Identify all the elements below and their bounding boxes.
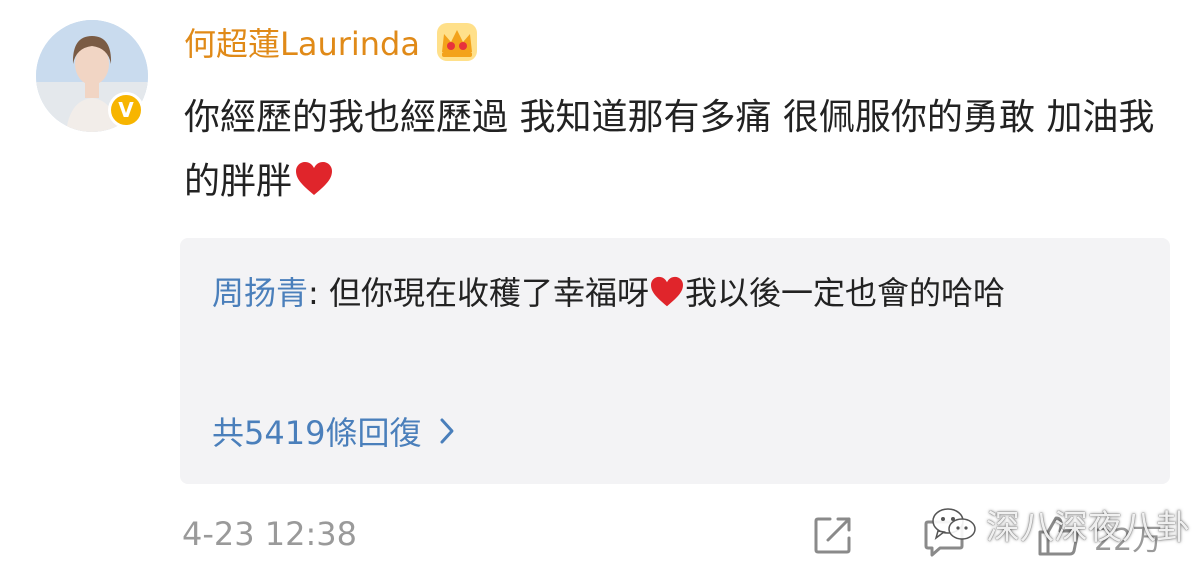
reply-author[interactable]: 周扬青 [212,274,308,312]
reply-body-start: 但你現在收穫了幸福呀 [328,274,649,312]
username-row: 何超蓮Laurinda [184,14,480,70]
timestamp: 4-23 12:38 [182,515,358,553]
share-icon[interactable] [812,514,854,556]
username[interactable]: 何超蓮Laurinda [184,19,420,65]
crown-icon[interactable] [434,20,480,64]
like-icon[interactable] [1036,514,1082,558]
comment-icon[interactable] [922,518,966,558]
heart-icon [296,162,333,195]
reply-separator: : [308,274,329,312]
comment-text: 你經歷的我也經歷過 我知道那有多痛 很佩服你的勇敢 加油我的胖胖 [184,86,1174,214]
reply-count-label: 共5419條回復 [212,414,422,452]
like-count: 22万 [1094,523,1163,558]
chevron-right-icon [440,418,454,444]
reply-box[interactable]: 周扬青: 但你現在收穫了幸福呀 我以後一定也會的哈哈 共5419條回復 [180,238,1170,484]
heart-icon [650,276,683,307]
comment-card: V 何超蓮Laurinda 你經歷的我也經歷過 我知道那有多痛 很佩服你的勇敢 … [0,0,1200,574]
reply-count-link[interactable]: 共5419條回復 [212,408,455,454]
verified-badge-icon: V [108,92,144,128]
reply-body-end: 我以後一定也會的哈哈 [684,274,1005,312]
reply-text: 周扬青: 但你現在收穫了幸福呀 我以後一定也會的哈哈 [212,264,1152,322]
